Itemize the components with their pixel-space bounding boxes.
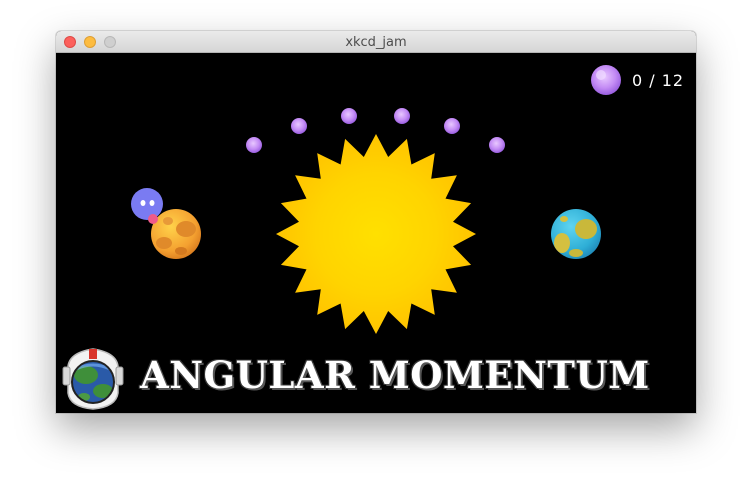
orb	[341, 108, 357, 124]
title-bar: xkcd_jam	[56, 31, 696, 53]
app-window: xkcd_jam 0 / 12 ANGULAR MOMENTUM	[56, 31, 696, 413]
orb-icon	[591, 65, 621, 95]
astronaut-helmet-earth-icon	[62, 348, 124, 410]
game-canvas[interactable]: 0 / 12 ANGULAR MOMENTUM	[56, 53, 696, 413]
orb	[246, 137, 262, 153]
orb-counter: 0 / 12	[632, 71, 685, 90]
sun	[276, 134, 476, 334]
orange-planet	[151, 209, 201, 259]
orb	[444, 118, 460, 134]
orb	[394, 108, 410, 124]
blue-planet	[551, 209, 601, 259]
orb	[291, 118, 307, 134]
orb	[489, 137, 505, 153]
window-title: xkcd_jam	[345, 35, 407, 50]
game-title-banner: ANGULAR MOMENTUM	[140, 353, 650, 397]
sun-body	[276, 134, 476, 334]
